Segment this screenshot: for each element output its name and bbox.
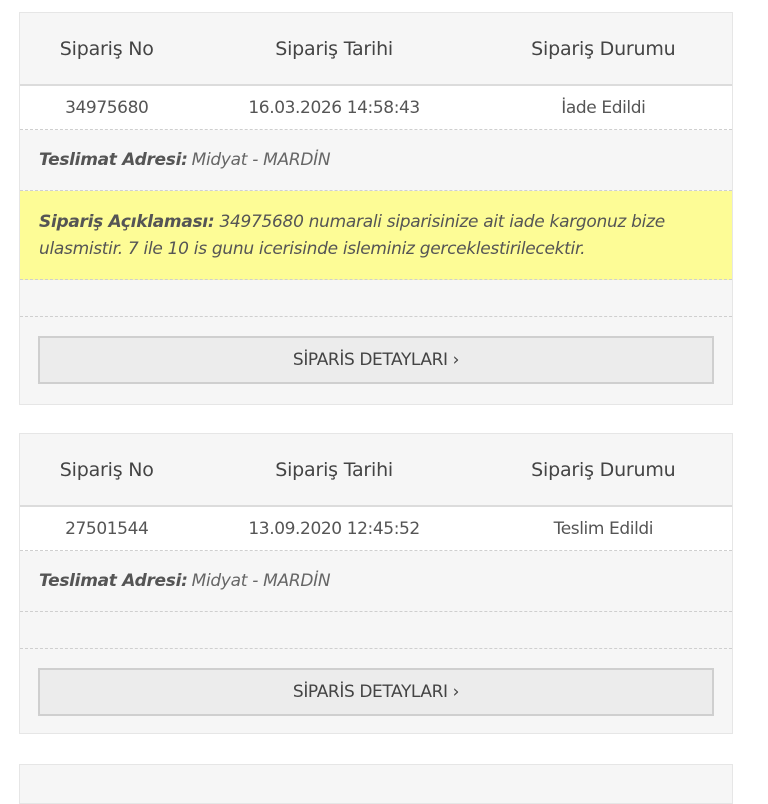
- delivery-address-value: Midyat - MARDİN: [191, 571, 331, 591]
- header-order-no: Sipariş No: [59, 37, 154, 60]
- order-note: Sipariş Açıklaması: 34975680 numarali si…: [20, 191, 732, 280]
- order-details-button[interactable]: SİPARİS DETAYLARI ›: [38, 336, 714, 384]
- header-order-status: Sipariş Durumu: [531, 458, 676, 481]
- delivery-address-label: Teslimat Adresi:: [39, 150, 188, 170]
- header-order-date: Sipariş Tarihi: [275, 37, 394, 60]
- order-table-header: Sipariş No Sipariş Tarihi Sipariş Durumu: [20, 13, 732, 86]
- header-order-status: Sipariş Durumu: [531, 37, 676, 60]
- delivery-address: Teslimat Adresi: Midyat - MARDİN: [20, 130, 732, 191]
- order-row: 34975680 16.03.2026 14:58:43 İade Edildi: [20, 86, 732, 130]
- order-date: 13.09.2020 12:45:52: [248, 518, 420, 539]
- header-order-no: Sipariş No: [59, 458, 154, 481]
- order-card-partial: [19, 764, 733, 804]
- header-order-date: Sipariş Tarihi: [275, 458, 394, 481]
- delivery-address-value: Midyat - MARDİN: [191, 150, 331, 170]
- order-card: Sipariş No Sipariş Tarihi Sipariş Durumu…: [19, 433, 733, 734]
- order-row: 27501544 13.09.2020 12:45:52 Teslim Edil…: [20, 507, 732, 551]
- order-details-button[interactable]: SİPARİS DETAYLARI ›: [38, 668, 714, 716]
- order-date: 16.03.2026 14:58:43: [248, 97, 420, 118]
- empty-row: [20, 280, 732, 317]
- order-status: Teslim Edildi: [553, 518, 654, 539]
- order-table-header: Sipariş No Sipariş Tarihi Sipariş Durumu: [20, 434, 732, 507]
- order-note-label: Sipariş Açıklaması:: [39, 212, 215, 232]
- order-number: 27501544: [65, 518, 149, 539]
- delivery-address: Teslimat Adresi: Midyat - MARDİN: [20, 551, 732, 612]
- order-card: Sipariş No Sipariş Tarihi Sipariş Durumu…: [19, 12, 733, 405]
- delivery-address-label: Teslimat Adresi:: [39, 571, 188, 591]
- empty-row: [20, 612, 732, 649]
- order-number: 34975680: [65, 97, 149, 118]
- order-status: İade Edildi: [561, 97, 646, 118]
